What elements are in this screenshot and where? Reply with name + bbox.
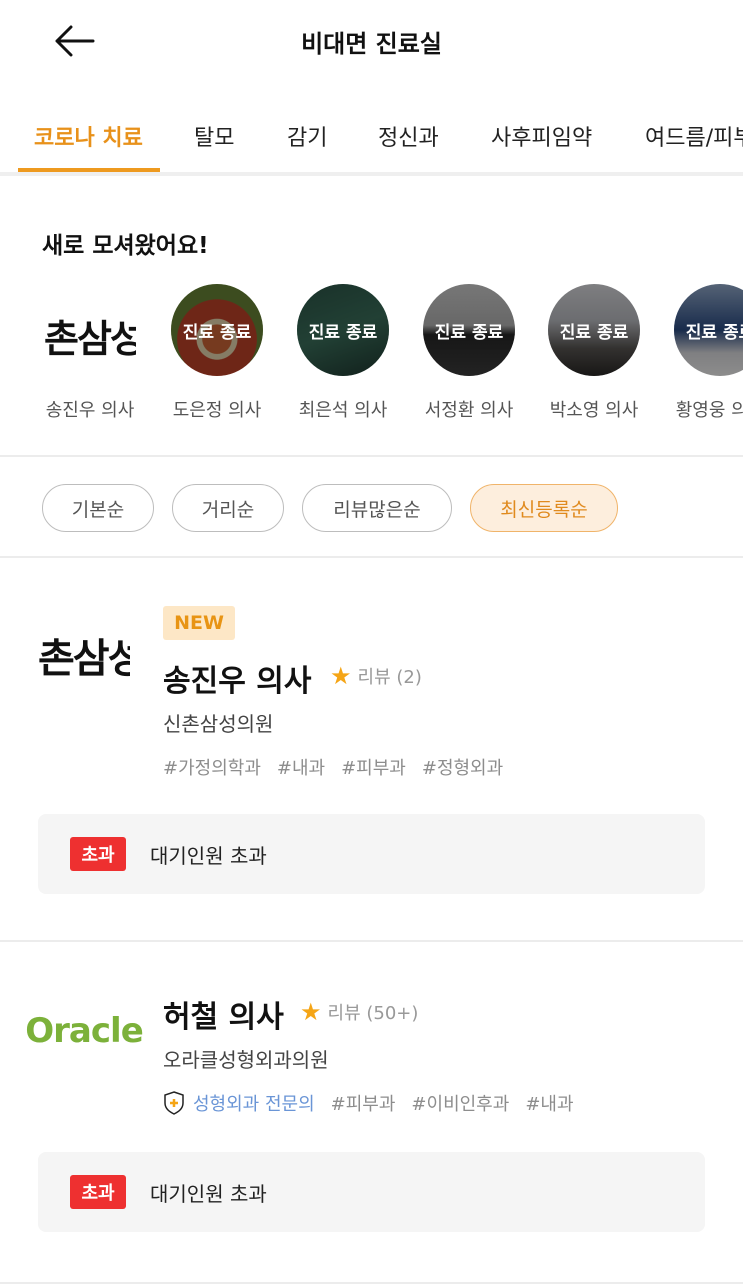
new-doctor-item[interactable]: 진료 종료 서정환 의사 (409, 284, 529, 422)
doctor-card[interactable]: Oracle 허철 의사 ★ 리뷰 (50+) 오라클성형외과의원 성형외과 전… (0, 942, 743, 1282)
page-title: 비대면 진료실 (301, 30, 442, 58)
specialty-tags: #가정의학과 #내과 #피부과 #정형외과 (163, 754, 503, 780)
sort-distance-chip[interactable]: 거리순 (172, 484, 284, 532)
star-icon: ★ (330, 662, 352, 690)
tag: #내과 (525, 1094, 574, 1115)
tag: #가정의학과 (163, 758, 261, 779)
new-doctor-item[interactable]: 촌삼성 송진우 의사 (30, 284, 150, 422)
doctor-name: 송진우 의사 (45, 400, 135, 421)
clinic-logo: 촌삼성 (38, 636, 130, 682)
tab-corona[interactable]: 코로나 치료 (34, 120, 143, 152)
status-overlay: 진료 종료 (548, 284, 640, 376)
tab-psychiatry[interactable]: 정신과 (378, 120, 439, 152)
doctor-avatar: 진료 종료 (423, 284, 515, 376)
section-divider (0, 455, 743, 457)
sort-newest-chip[interactable]: 최신등록순 (470, 484, 618, 532)
tab-contraceptive[interactable]: 사후피임약 (491, 120, 592, 152)
specialty-tags: 성형외과 전문의 #피부과 #이비인후과 #내과 (163, 1090, 574, 1116)
sort-reviews-chip[interactable]: 리뷰많은순 (302, 484, 452, 532)
rating: ★ 리뷰 (2) (330, 662, 422, 690)
new-doctor-item[interactable]: 진료 종료 박소영 의사 (534, 284, 654, 422)
doctor-name: 서정환 의사 (424, 400, 514, 421)
status-overlay: 진료 종료 (674, 284, 743, 376)
rating: ★ 리뷰 (50+) (300, 998, 418, 1026)
doctor-card[interactable]: 촌삼성 NEW 송진우 의사 ★ 리뷰 (2) 신촌삼성의원 #가정의학과 #내… (0, 558, 743, 940)
doctor-name: 박소영 의사 (549, 400, 639, 421)
tag: #이비인후과 (411, 1094, 510, 1115)
status-badge: 초과 (70, 1175, 126, 1209)
specialist-tag: 성형외과 전문의 (163, 1090, 315, 1116)
tab-hair-loss[interactable]: 탈모 (194, 120, 234, 152)
doctor-name: 최은석 의사 (298, 400, 388, 421)
star-icon: ★ (300, 998, 322, 1026)
sort-default-chip[interactable]: 기본순 (42, 484, 154, 532)
new-badge: NEW (163, 606, 235, 640)
status-overlay: 진료 종료 (171, 284, 263, 376)
clinic-name: 오라클성형외과의원 (163, 1048, 329, 1072)
category-tabs: 코로나 치료 탈모 감기 정신과 사후피임약 여드름/피부 (0, 96, 743, 176)
clinic-name: 신촌삼성의원 (163, 712, 274, 736)
doctor-avatar: 진료 종료 (674, 284, 743, 376)
new-doctor-item[interactable]: 진료 종료 최은석 의사 (283, 284, 403, 422)
review-count: 리뷰 (2) (357, 667, 422, 688)
status-overlay: 진료 종료 (297, 284, 389, 376)
doctor-name: 도은정 의사 (172, 400, 262, 421)
doctor-name: 황영웅 의사 (675, 400, 743, 421)
new-doctors-carousel[interactable]: 촌삼성 송진우 의사 진료 종료 도은정 의사 진료 종료 최은석 의사 진료 … (0, 284, 743, 434)
status-text: 대기인원 초과 (150, 1181, 267, 1206)
wait-status: 초과 대기인원 초과 (38, 814, 705, 894)
review-count: 리뷰 (50+) (327, 1003, 419, 1024)
new-doctor-item[interactable]: 진료 종료 황영웅 의사 (660, 284, 743, 422)
doctor-avatar: 진료 종료 (548, 284, 640, 376)
status-overlay: 진료 종료 (423, 284, 515, 376)
header-bar: 비대면 진료실 (0, 0, 743, 86)
doctor-avatar: 진료 종료 (171, 284, 263, 376)
new-doctor-item[interactable]: 진료 종료 도은정 의사 (157, 284, 277, 422)
tab-acne[interactable]: 여드름/피부 (645, 120, 743, 152)
active-tab-indicator (18, 168, 160, 172)
new-doctors-title: 새로 모셔왔어요! (42, 233, 209, 259)
doctor-avatar: 진료 종료 (297, 284, 389, 376)
tag: #내과 (276, 758, 326, 779)
tag: #피부과 (330, 1094, 396, 1115)
doctor-name: 송진우 의사 (163, 664, 312, 699)
status-badge: 초과 (70, 837, 126, 871)
tab-cold[interactable]: 감기 (287, 120, 327, 152)
card-divider (0, 1282, 743, 1284)
doctor-name: 허철 의사 (163, 1000, 284, 1035)
tag: #피부과 (341, 758, 406, 779)
wait-status: 초과 대기인원 초과 (38, 1152, 705, 1232)
tag: #정형외과 (421, 758, 504, 779)
status-text: 대기인원 초과 (150, 843, 267, 868)
clinic-logo: Oracle (25, 1011, 143, 1051)
clinic-logo: 촌삼성 (44, 284, 136, 376)
shield-icon (164, 1091, 184, 1115)
